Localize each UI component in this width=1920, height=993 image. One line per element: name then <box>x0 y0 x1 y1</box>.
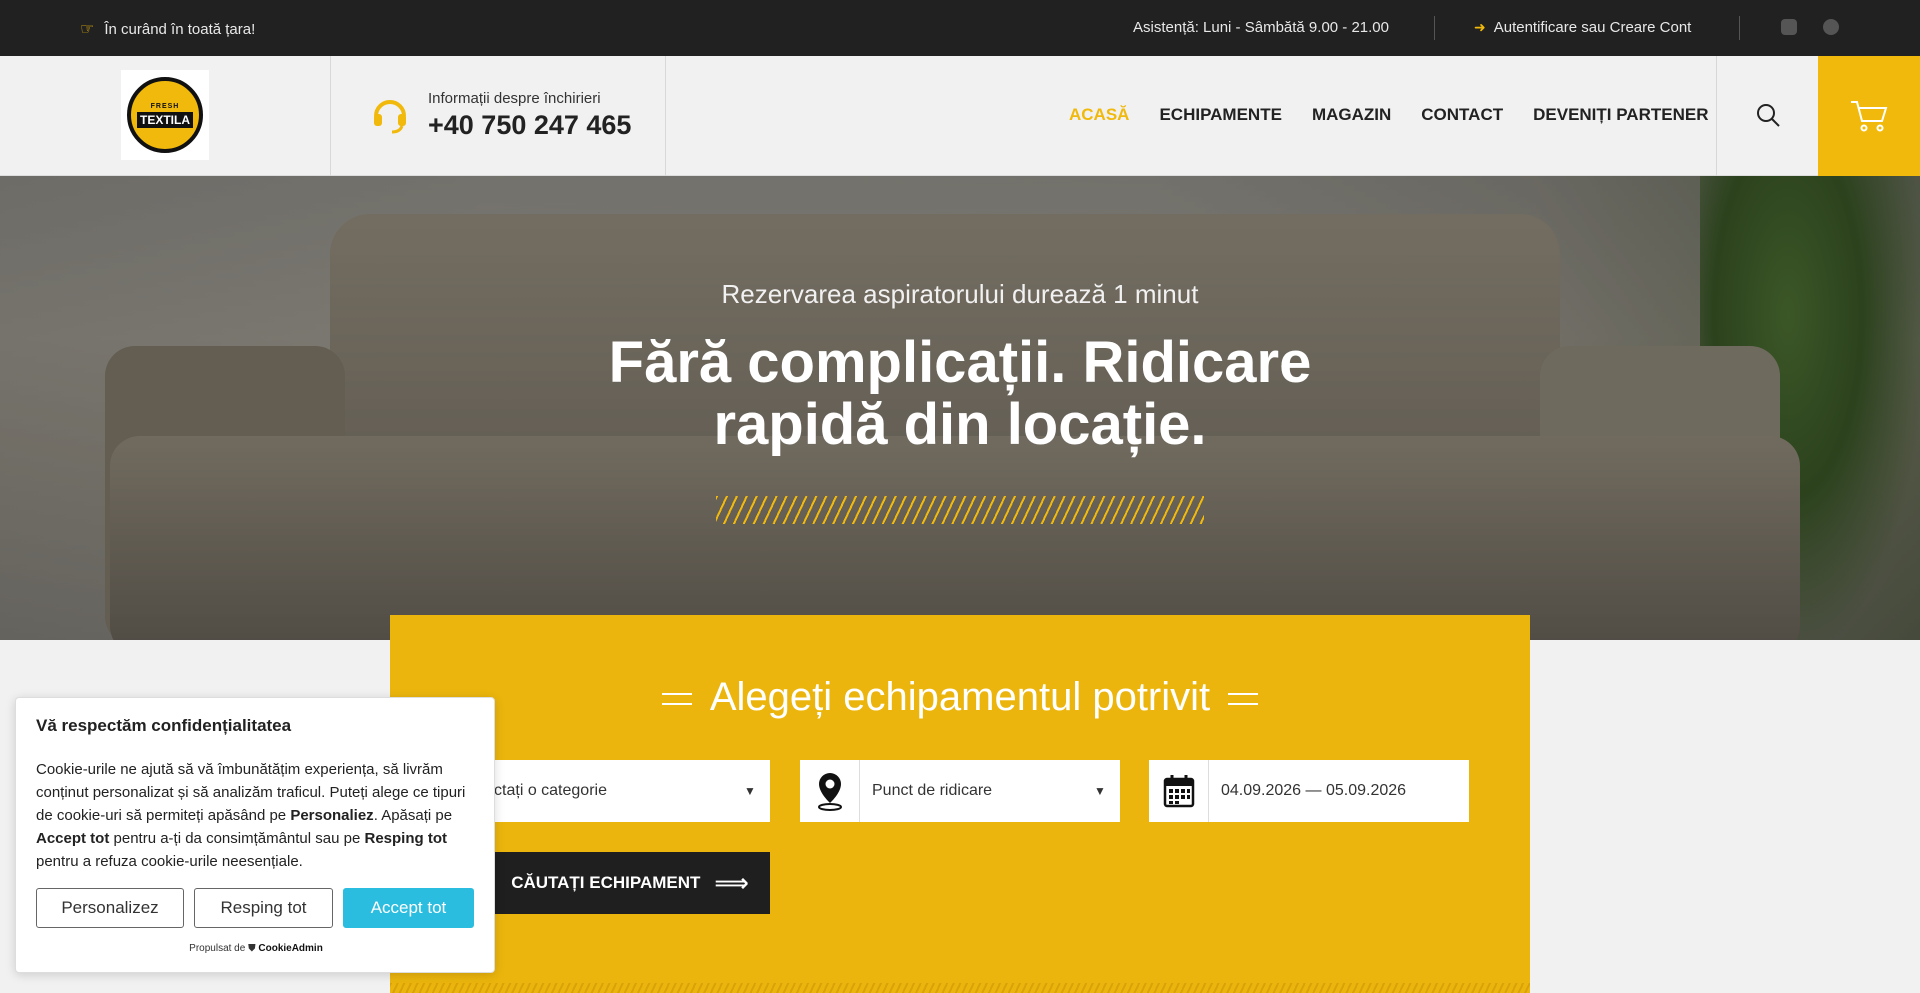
date-range-value[interactable]: 04.09.2026 — 05.09.2026 <box>1209 782 1469 800</box>
search-icon[interactable] <box>1755 102 1781 128</box>
logo-text-bottom: TEXTILA <box>137 111 193 128</box>
login-link[interactable]: ➜ Autentificare sau Creare Cont <box>1474 19 1691 36</box>
instagram-icon[interactable] <box>1781 19 1797 35</box>
pickup-select-value[interactable]: Punct de ridicare <box>860 782 1080 800</box>
accept-all-button[interactable]: Accept tot <box>343 888 474 928</box>
divider <box>1434 16 1435 40</box>
hero-title: Fără complicații. Ridicare rapidă din lo… <box>608 330 1312 457</box>
title-decoration <box>661 693 692 706</box>
hand-pointer-icon: ☞ <box>80 21 95 38</box>
hero-banner: Rezervarea aspiratorului durează 1 minut… <box>0 176 1920 640</box>
cookie-text: Cookie-urile ne ajută să vă îmbunătățim … <box>36 758 474 873</box>
phone-label: Informații despre închirieri <box>428 90 601 107</box>
top-bar: ☞ În curând în toată țara! Asistență: Lu… <box>0 0 1920 56</box>
divider <box>665 56 666 176</box>
cookie-text-part: . Apăsați pe <box>373 807 453 824</box>
whatsapp-icon[interactable] <box>1823 19 1839 35</box>
reject-all-button[interactable]: Resping tot <box>194 888 333 928</box>
divider <box>330 56 331 176</box>
cookie-text-bold: Resping tot <box>364 830 447 847</box>
chevron-down-icon: ▼ <box>744 784 756 798</box>
announcement: ☞ În curând în toată țara! <box>80 19 255 39</box>
nav-item-magazin[interactable]: MAGAZIN <box>1312 105 1391 125</box>
nav-item-partener[interactable]: DEVENIȚI PARTENER <box>1533 105 1708 125</box>
pickup-select[interactable]: Punct de ridicare ▼ <box>800 760 1120 822</box>
support-hours: Asistență: Luni - Sâmbătă 9.00 - 21.00 <box>1133 19 1389 36</box>
shield-icon: ⛊ <box>248 943 256 954</box>
cookie-title: Vă respectăm confidențialitatea <box>36 716 292 735</box>
main-nav: ACASĂ ECHIPAMENTE MAGAZIN CONTACT DEVENI… <box>1069 105 1738 125</box>
cookie-text-bold: Personaliez <box>290 807 374 824</box>
powered-label: Propulsat de <box>189 943 246 954</box>
nav-item-contact[interactable]: CONTACT <box>1421 105 1503 125</box>
chevron-down-icon: ▼ <box>1094 784 1106 798</box>
customize-button[interactable]: Personalizez <box>36 888 184 928</box>
cart-button[interactable] <box>1818 56 1920 176</box>
logo[interactable]: FRESH TEXTILA <box>121 70 209 160</box>
search-button-label: CĂUTAȚI ECHIPAMENT <box>511 873 701 892</box>
hero-stripes-decoration <box>716 496 1204 524</box>
headset-icon <box>374 100 406 134</box>
arrow-right-icon: ⟹ <box>714 869 749 897</box>
calendar-icon <box>1149 760 1209 822</box>
cookie-consent-banner: Vă respectăm confidențialitatea Cookie-u… <box>15 697 495 973</box>
cookie-text-part: pentru a refuza cookie-urile neesențiale… <box>36 853 303 870</box>
nav-item-acasa[interactable]: ACASĂ <box>1069 105 1129 125</box>
phone-number[interactable]: +40 750 247 465 <box>428 110 631 141</box>
equipment-search-panel: Alegeți echipamentul potrivit Selectați … <box>390 615 1530 993</box>
login-text[interactable]: Autentificare sau Creare Cont <box>1494 19 1692 36</box>
hero-subtitle: Rezervarea aspiratorului durează 1 minut <box>721 279 1199 309</box>
cookie-buttons: Personalizez Resping tot Accept tot <box>36 888 474 928</box>
phone-info: Informații despre închirieri +40 750 247… <box>428 90 631 141</box>
date-range-field[interactable]: 04.09.2026 — 05.09.2026 <box>1149 760 1469 822</box>
logo-badge: FRESH TEXTILA <box>127 77 203 153</box>
site-header: FRESH TEXTILA Informații despre închirie… <box>0 56 1920 176</box>
map-pin-icon <box>800 760 860 822</box>
announcement-text: În curând în toată țara! <box>104 20 256 38</box>
panel-stripes-decoration <box>390 983 1530 993</box>
title-decoration <box>1228 693 1259 706</box>
cookie-text-bold: Accept tot <box>36 830 110 847</box>
logo-text-top: FRESH <box>150 102 180 110</box>
divider <box>1716 56 1717 176</box>
nav-item-echipamente[interactable]: ECHIPAMENTE <box>1159 105 1281 125</box>
cart-icon <box>1851 101 1888 132</box>
powered-brand[interactable]: CookieAdmin <box>258 943 322 954</box>
divider <box>1739 16 1740 40</box>
panel-title: Alegeți echipamentul potrivit <box>390 675 1530 720</box>
powered-by: Propulsat de ⛊ CookieAdmin <box>16 943 496 954</box>
cookie-text-part: pentru a-ți da consimțământul sau pe <box>109 830 365 847</box>
sign-in-icon: ➜ <box>1474 19 1486 35</box>
panel-title-text: Alegeți echipamentul potrivit <box>709 675 1211 719</box>
